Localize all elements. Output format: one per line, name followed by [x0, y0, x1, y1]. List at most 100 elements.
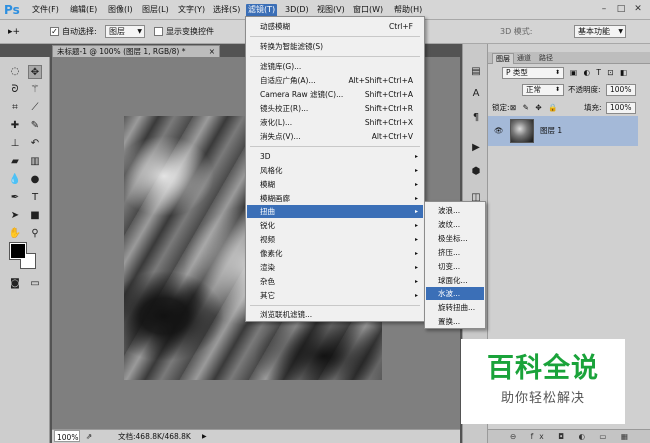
menu-file[interactable]: 文件(F) — [30, 4, 61, 17]
move-tool-icon[interactable]: ✥ — [28, 65, 42, 79]
close-icon[interactable]: × — [209, 46, 215, 57]
clone-stamp-icon[interactable]: ⊥ — [8, 137, 22, 151]
menu-item-distort[interactable]: 扭曲 ▸ — [247, 205, 423, 218]
menu-separator — [250, 36, 420, 37]
menu-type[interactable]: 文字(Y) — [176, 4, 207, 17]
menu-item-filter-gallery[interactable]: 滤镜库(G)... — [247, 60, 423, 73]
menu-item-label: 模糊 — [260, 180, 275, 189]
auto-select-checkbox[interactable]: ✓ — [50, 27, 59, 36]
menu-item-liquify[interactable]: 液化(L)... Shift+Ctrl+X — [247, 116, 423, 129]
history-panel-icon[interactable]: ▤ — [467, 64, 485, 80]
menu-item-camera-raw[interactable]: Camera Raw 滤镜(C)... Shift+Ctrl+A — [247, 88, 423, 101]
paragraph-panel-icon[interactable]: ¶ — [467, 110, 485, 126]
menu-item-label: 3D — [260, 152, 271, 161]
gradient-tool-icon[interactable]: ▥ — [28, 155, 42, 169]
menu-select[interactable]: 选择(S) — [211, 4, 242, 17]
menu-item-lens-correction[interactable]: 镜头校正(R)... Shift+Ctrl+R — [247, 102, 423, 115]
fill-field[interactable]: 100% — [606, 102, 636, 114]
zoom-field[interactable]: 100% — [54, 430, 80, 442]
hand-tool-icon[interactable]: ✋ — [8, 227, 22, 241]
submenu-item-ripple[interactable]: 波纹... — [426, 218, 484, 231]
eye-icon[interactable]: 👁 — [494, 126, 504, 136]
layer-name[interactable]: 图层 1 — [540, 126, 562, 136]
tab-layers[interactable]: 图层 — [492, 53, 514, 64]
chevron-right-icon: ▸ — [414, 264, 418, 271]
brush-tool-icon[interactable]: ✎ — [28, 119, 42, 133]
menu-item-smart-filter[interactable]: 转换为智能滤镜(S) — [247, 40, 423, 53]
submenu-item-wave[interactable]: 波浪... — [426, 204, 484, 217]
type-tool-icon[interactable]: T — [28, 191, 42, 205]
tab-channels[interactable]: 通道 — [514, 53, 534, 64]
menu-item-label: 镜头校正(R)... — [260, 104, 309, 113]
show-transform-checkbox[interactable] — [154, 27, 163, 36]
maximize-button[interactable]: □ — [613, 2, 629, 16]
opacity-field[interactable]: 100% — [606, 84, 636, 96]
chevron-right-icon[interactable]: ▶ — [202, 430, 207, 443]
3d-panel-icon[interactable]: ⬢ — [467, 164, 485, 180]
tab-paths[interactable]: 路径 — [536, 53, 556, 64]
menu-item-adaptive-wide-angle[interactable]: 自适应广角(A)... Alt+Shift+Ctrl+A — [247, 74, 423, 87]
workspace-dropdown[interactable]: 基本功能 ▼ — [574, 25, 626, 38]
watermark-title: 百科全说 — [487, 353, 599, 384]
rectangle-tool-icon[interactable]: ■ — [28, 209, 42, 223]
marquee-tool-icon[interactable]: ◌ — [8, 65, 22, 79]
menu-item-last-filter[interactable]: 动感模糊 Ctrl+F — [247, 20, 423, 33]
minimize-button[interactable]: – — [596, 2, 612, 16]
menu-item-stylize[interactable]: 风格化 ▸ — [247, 164, 423, 177]
export-icon[interactable]: ⇗ — [86, 430, 92, 443]
layer-action-icons[interactable]: ⊖ fx ◘ ◐ ▭ ▦ 🗑 — [510, 430, 650, 443]
layer-filter-dropdown[interactable]: P 类型 ⬍ — [502, 67, 564, 79]
foreground-color-front[interactable] — [10, 243, 26, 259]
menu-item-browse-online[interactable]: 浏览联机滤镜... — [247, 308, 423, 321]
path-select-icon[interactable]: ➤ — [8, 209, 22, 223]
quick-mask-icon[interactable]: ◙ — [8, 277, 22, 291]
document-tab[interactable]: 未标题-1 @ 100% (图层 1, RGB/8) * × — [52, 45, 220, 57]
submenu-item-twirl[interactable]: 旋转扭曲... — [426, 301, 484, 314]
submenu-item-pinch[interactable]: 挤压... — [426, 246, 484, 259]
submenu-item-shear[interactable]: 切变... — [426, 260, 484, 273]
layer-row[interactable]: 👁 图层 1 — [488, 116, 638, 146]
menu-item-label: 视频 — [260, 235, 275, 244]
menu-layer[interactable]: 图层(L) — [140, 4, 171, 17]
zoom-tool-icon[interactable]: ⚲ — [28, 227, 42, 241]
menu-item-pixelate[interactable]: 像素化 ▸ — [247, 247, 423, 260]
submenu-item-polar-coordinates[interactable]: 极坐标... — [426, 232, 484, 245]
submenu-item-spherize[interactable]: 球面化... — [426, 274, 484, 287]
magic-wand-icon[interactable]: ⚚ — [28, 83, 42, 97]
menu-item-render[interactable]: 渲染 ▸ — [247, 261, 423, 274]
menu-item-label: 动感模糊 — [260, 22, 290, 31]
pen-tool-icon[interactable]: ✒ — [8, 191, 22, 205]
lock-icons[interactable]: ⊠ ✎ ✥ 🔒 — [510, 103, 559, 113]
layer-filter-icons[interactable]: ▣ ◐ T ⊡ ◧ — [570, 68, 629, 78]
lasso-tool-icon[interactable]: ᘐ — [8, 83, 22, 97]
actions-panel-icon[interactable]: ▶ — [467, 140, 485, 156]
menu-item-blur[interactable]: 模糊 ▸ — [247, 178, 423, 191]
screen-mode-icon[interactable]: ▭ — [28, 277, 42, 291]
healing-brush-icon[interactable]: ✚ — [8, 119, 22, 133]
menu-item-blur-gallery[interactable]: 模糊画廊 ▸ — [247, 192, 423, 205]
submenu-item-zigzag[interactable]: 水波... — [426, 287, 484, 300]
eraser-tool-icon[interactable]: ▰ — [8, 155, 22, 169]
auto-select-dropdown[interactable]: 图层 ▼ — [105, 25, 145, 38]
menu-edit[interactable]: 编辑(E) — [68, 4, 99, 17]
menu-item-sharpen[interactable]: 锐化 ▸ — [247, 219, 423, 232]
close-button[interactable]: ✕ — [630, 2, 646, 16]
dodge-tool-icon[interactable]: ● — [28, 173, 42, 187]
blur-tool-icon[interactable]: 💧 — [8, 173, 22, 187]
menu-item-shortcut: Shift+Ctrl+R — [364, 104, 413, 113]
submenu-item-displace[interactable]: 置换... — [426, 315, 484, 328]
chevron-right-icon: ▸ — [414, 222, 418, 229]
crop-tool-icon[interactable]: ⌗ — [8, 101, 22, 115]
menu-item-vanishing-point[interactable]: 消失点(V)... Alt+Ctrl+V — [247, 130, 423, 143]
menu-image[interactable]: 图像(I) — [106, 4, 135, 17]
blend-mode-dropdown[interactable]: 正常 ⬍ — [522, 84, 564, 96]
menu-item-other[interactable]: 其它 ▸ — [247, 289, 423, 302]
menu-item-3d[interactable]: 3D ▸ — [247, 150, 423, 163]
move-tool-icon[interactable]: ▸+ — [8, 27, 20, 37]
menu-item-noise[interactable]: 杂色 ▸ — [247, 275, 423, 288]
history-brush-icon[interactable]: ↶ — [28, 137, 42, 151]
eyedropper-icon[interactable]: ⟋ — [28, 101, 42, 115]
character-panel-icon[interactable]: A — [467, 86, 485, 102]
menu-item-video[interactable]: 视频 ▸ — [247, 233, 423, 246]
workspace-value: 基本功能 — [578, 27, 610, 36]
